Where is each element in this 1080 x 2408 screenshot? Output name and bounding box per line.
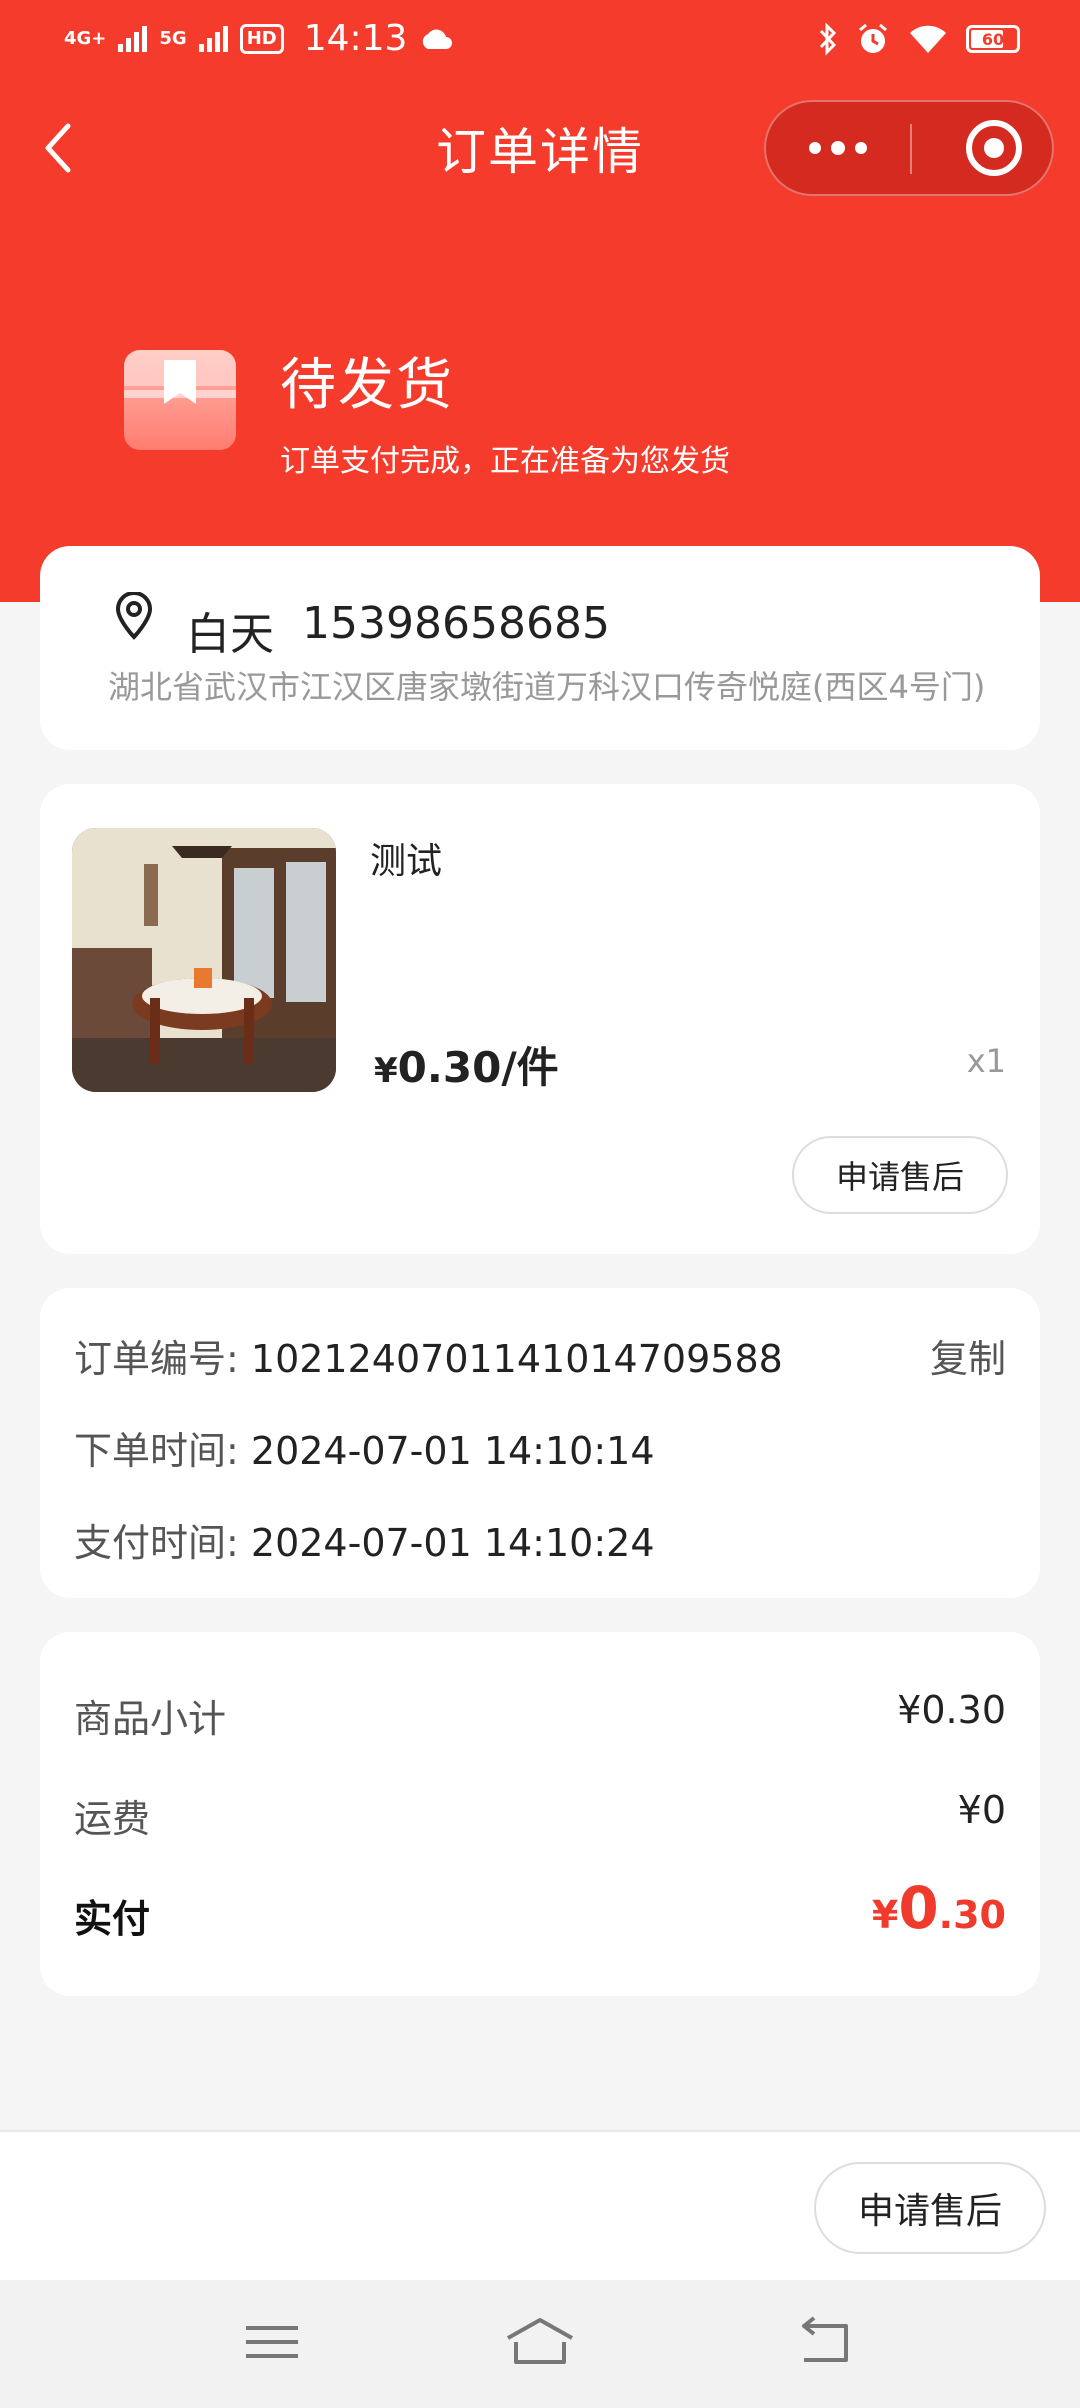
product-image[interactable]: [72, 828, 336, 1092]
order-info-card: 订单编号: 1021240701141014709588 复制 下单时间: 20…: [40, 1288, 1040, 1598]
subtotal-row: 商品小计 ¥0.30: [74, 1688, 1006, 1743]
wifi-icon: [910, 25, 946, 53]
status-time: 14:13: [303, 18, 408, 59]
total-paid-label: 实付: [74, 1897, 151, 1941]
copy-order-number-button[interactable]: 复制: [930, 1328, 1006, 1383]
mini-program-capsule: [764, 100, 1054, 196]
recipient-phone: 15398658685: [302, 598, 610, 649]
signal-icon: [198, 25, 228, 52]
subtotal-label: 商品小计: [74, 1697, 227, 1741]
capsule-divider: [910, 124, 912, 174]
location-pin-icon: [115, 592, 153, 640]
order-pay-time-row: 支付时间: 2024-07-01 14:10:24: [74, 1512, 655, 1567]
network-5g-label: 5G: [159, 27, 187, 49]
shipping-label: 运费: [74, 1797, 151, 1841]
more-options-button[interactable]: [766, 102, 910, 194]
order-detail-page: 4G+ 5G HD 14:13 60 订单详情 待发货 订单支付完成，正在准备为…: [0, 0, 1080, 2408]
hd-voice-badge: HD: [239, 23, 284, 54]
order-status-title: 待发货: [280, 353, 454, 418]
status-bar: 4G+ 5G HD 14:13 60: [0, 0, 1080, 84]
shipping-value: ¥0: [957, 1788, 1006, 1832]
more-dot-icon: [809, 142, 821, 154]
address-card[interactable]: 白天 15398658685 湖北省武汉市江汉区唐家墩街道万科汉口传奇悦庭(西区…: [40, 546, 1040, 750]
cost-summary-card: 商品小计 ¥0.30 运费 ¥0 实付 ¥0.30: [40, 1632, 1040, 1996]
pay-time-value: 2024-07-01 14:10:24: [250, 1521, 655, 1565]
recipient-name: 白天: [186, 609, 274, 660]
pay-time-label: 支付时间:: [74, 1521, 239, 1565]
price-currency: ¥: [374, 1051, 398, 1091]
cloud-icon: [423, 29, 453, 49]
order-status-description: 订单支付完成，正在准备为您发货: [280, 444, 730, 479]
bluetooth-icon: [819, 22, 837, 56]
package-box-icon: [124, 350, 236, 450]
order-number-value: 1021240701141014709588: [250, 1337, 783, 1381]
battery-icon: 60: [966, 25, 1020, 53]
after-sale-button[interactable]: 申请售后: [814, 2162, 1046, 2254]
subtotal-value: ¥0.30: [897, 1688, 1006, 1732]
back-icon[interactable]: [784, 2312, 864, 2372]
header-background: [0, 0, 1080, 602]
alarm-icon: [859, 23, 887, 53]
product-price: ¥0.30/件: [374, 1034, 559, 1095]
signal-icon: [118, 25, 148, 52]
total-currency: ¥: [871, 1893, 899, 1937]
battery-level: 60: [981, 29, 1005, 49]
more-dot-icon: [855, 142, 867, 154]
order-create-time-row: 下单时间: 2024-07-01 14:10:14: [74, 1420, 655, 1475]
total-paid-value: ¥0.30: [872, 1874, 1006, 1942]
shipping-row: 运费 ¥0: [74, 1788, 1006, 1843]
product-card: 测试 ¥0.30/件 x1 申请售后: [40, 784, 1040, 1254]
status-bar-right: 60: [818, 22, 1020, 56]
order-number-row: 订单编号: 1021240701141014709588: [74, 1328, 783, 1383]
order-number-label: 订单编号:: [74, 1337, 239, 1381]
total-decimal: .30: [938, 1893, 1006, 1937]
address-detail: 湖北省武汉市江汉区唐家墩街道万科汉口传奇悦庭(西区4号门): [108, 668, 986, 706]
restaurant-photo: [72, 828, 336, 1092]
menu-icon[interactable]: [232, 2312, 312, 2372]
product-quantity: x1: [966, 1042, 1006, 1080]
home-icon[interactable]: [500, 2312, 580, 2372]
product-name: 测试: [370, 841, 443, 882]
total-paid-row: 实付 ¥0.30: [74, 1874, 1006, 1943]
total-integer: 0: [898, 1874, 939, 1942]
product-after-sale-button[interactable]: 申请售后: [792, 1136, 1008, 1214]
price-unit: /件: [501, 1043, 559, 1092]
create-time-label: 下单时间:: [74, 1429, 239, 1473]
system-navigation-bar: [0, 2280, 1080, 2408]
more-dot-icon: [831, 141, 845, 155]
price-value: 0.30: [397, 1043, 502, 1092]
bottom-action-bar: 申请售后: [0, 2130, 1080, 2280]
status-bar-left: 4G+ 5G HD 14:13: [64, 18, 453, 59]
close-target-icon[interactable]: [966, 120, 1022, 176]
create-time-value: 2024-07-01 14:10:14: [250, 1429, 655, 1473]
network-4g-label: 4G+: [64, 27, 107, 49]
